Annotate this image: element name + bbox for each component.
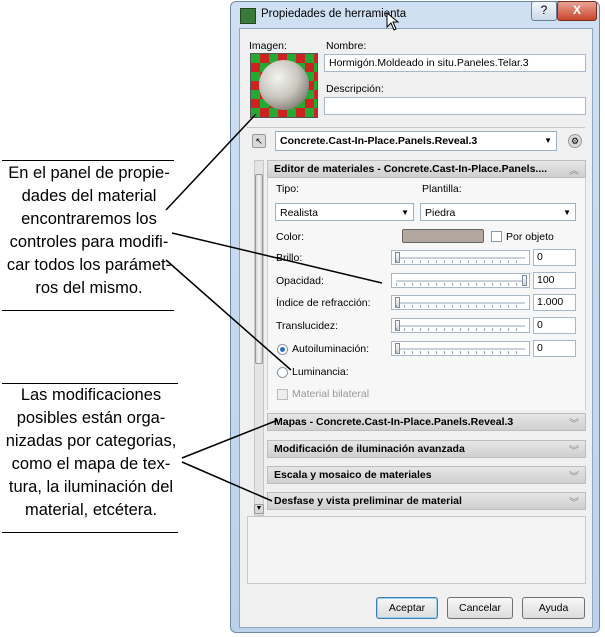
mouse-cursor-icon [386,12,400,31]
pointer-line [181,419,279,459]
pointer-line [165,259,292,371]
pointer-line [171,232,383,284]
pointer-line [181,461,273,502]
annotation-pointer-lines [165,113,383,502]
pointer-line [165,113,257,211]
